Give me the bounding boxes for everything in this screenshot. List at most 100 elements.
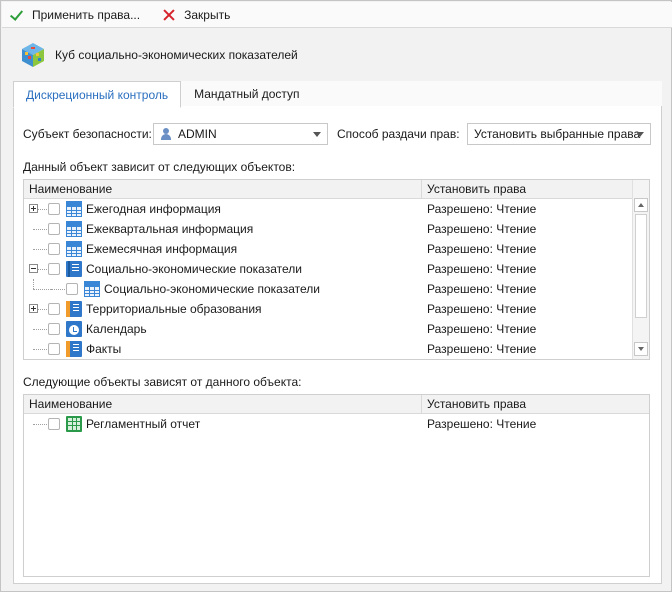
- tree-cell: Социально-экономические показатели: [24, 279, 422, 299]
- tree-cell: Ежеквартальная информация: [24, 219, 422, 239]
- calendar-icon: [66, 321, 82, 337]
- tree-cell: Ежемесячная информация: [24, 239, 422, 259]
- object-name: Регламентный отчет: [86, 417, 201, 431]
- rights-value[interactable]: Разрешено: Чтение: [427, 259, 536, 279]
- tree-cell: Календарь: [24, 319, 422, 339]
- row-checkbox[interactable]: [48, 243, 60, 255]
- rights-value[interactable]: Разрешено: Чтение: [427, 299, 536, 319]
- column-header-name[interactable]: Наименование: [24, 180, 422, 199]
- close-label: Закрыть: [184, 7, 231, 22]
- tree-row[interactable]: Ежегодная информация Разрешено: Чтение: [24, 199, 629, 219]
- rights-value[interactable]: Разрешено: Чтение: [427, 239, 536, 259]
- object-header: Куб социально-экономических показателей: [19, 40, 298, 70]
- expand-plus-icon[interactable]: [29, 304, 38, 313]
- tab-panel: Субъект безопасности: ADMIN Способ разда…: [13, 106, 662, 584]
- dialog-window: Применить права... Закрыть Куб социально…: [0, 0, 672, 592]
- tree-connector: [33, 329, 47, 330]
- object-name: Ежеквартальная информация: [86, 222, 254, 236]
- dictionary-orange-icon: [66, 341, 82, 357]
- row-checkbox[interactable]: [48, 343, 60, 355]
- object-name: Социально-экономические показатели: [104, 282, 320, 296]
- row-checkbox[interactable]: [48, 418, 60, 430]
- tab-discretionary-control[interactable]: Дискреционный контроль: [13, 81, 182, 108]
- rights-value[interactable]: Разрешено: Чтение: [427, 199, 536, 219]
- dictionary-icon: [66, 261, 82, 277]
- grid-header: Наименование Установить права: [24, 395, 649, 414]
- chevron-down-icon: [636, 132, 644, 137]
- object-name: Территориальные образования: [86, 302, 262, 316]
- row-checkbox[interactable]: [48, 323, 60, 335]
- table-icon: [66, 201, 82, 217]
- tree-connector: [33, 229, 47, 230]
- cube-icon: [22, 43, 44, 67]
- table-header-band: [67, 202, 81, 206]
- tree-row[interactable]: Ежемесячная информация Разрешено: Чтение: [24, 239, 629, 259]
- report-icon: [66, 416, 82, 432]
- dependents-grid: Наименование Установить права Регламентн…: [23, 394, 650, 577]
- scroll-down-button[interactable]: [634, 342, 648, 356]
- tree-cell: Ежегодная информация: [24, 199, 422, 219]
- tree-row[interactable]: Социально-экономические показатели Разреш…: [24, 279, 629, 299]
- subject-value: ADMIN: [178, 127, 217, 141]
- tree-row[interactable]: Календарь Разрешено: Чтение: [24, 319, 629, 339]
- tree-cell: Социально-экономические показатели: [24, 259, 422, 279]
- row-checkbox[interactable]: [66, 283, 78, 295]
- tab-mandatory-access[interactable]: Мандатный доступ: [181, 81, 313, 107]
- object-name: Ежемесячная информация: [86, 242, 238, 256]
- tree-row[interactable]: Регламентный отчет Разрешено: Чтение: [24, 414, 629, 434]
- object-name: Календарь: [86, 322, 147, 336]
- method-label: Способ раздачи прав:: [337, 127, 460, 141]
- depends-on-caption: Данный объект зависит от следующих объек…: [23, 160, 296, 174]
- row-checkbox[interactable]: [48, 203, 60, 215]
- apply-rights-button[interactable]: Применить права...: [2, 3, 148, 27]
- column-header-name[interactable]: Наименование: [24, 395, 422, 414]
- close-button[interactable]: Закрыть: [154, 3, 238, 27]
- close-icon: [162, 8, 176, 22]
- depends-on-grid: Наименование Установить права Ежегодная …: [23, 179, 650, 360]
- chevron-down-icon: [313, 132, 321, 137]
- rights-value[interactable]: Разрешено: Чтение: [427, 219, 536, 239]
- table-icon: [84, 281, 100, 297]
- tree-row[interactable]: Территориальные образования Разрешено: Чт…: [24, 299, 629, 319]
- tree-cell: Факты: [24, 339, 422, 359]
- check-icon: [10, 8, 24, 22]
- row-checkbox[interactable]: [48, 223, 60, 235]
- tree-connector: [51, 289, 65, 290]
- subject-label: Субъект безопасности:: [23, 127, 152, 141]
- table-icon: [66, 221, 82, 237]
- subject-combo[interactable]: ADMIN: [153, 123, 328, 145]
- table-header-band: [85, 282, 99, 286]
- dependents-caption: Следующие объекты зависят от данного объ…: [23, 375, 302, 389]
- tree-row[interactable]: Социально-экономические показатели Разреш…: [24, 259, 629, 279]
- column-header-rights[interactable]: Установить права: [422, 180, 526, 199]
- tree-connector: [33, 424, 47, 425]
- tree-row[interactable]: Факты Разрешено: Чтение: [24, 339, 629, 359]
- rights-value[interactable]: Разрешено: Чтение: [427, 319, 536, 339]
- collapse-minus-icon[interactable]: [29, 264, 38, 273]
- scroll-thumb[interactable]: [635, 214, 647, 318]
- method-combo[interactable]: Установить выбранные права: [467, 123, 651, 145]
- object-name: Социально-экономические показатели: [86, 262, 302, 276]
- tree-row[interactable]: Ежеквартальная информация Разрешено: Чтен…: [24, 219, 629, 239]
- tree-cell: Территориальные образования: [24, 299, 422, 319]
- vertical-scrollbar[interactable]: [632, 180, 649, 359]
- row-checkbox[interactable]: [48, 303, 60, 315]
- column-header-rights[interactable]: Установить права: [422, 395, 526, 414]
- tree-connector: [33, 279, 34, 289]
- expand-plus-icon[interactable]: [29, 204, 38, 213]
- object-name: Факты: [86, 342, 122, 356]
- tabs: Дискреционный контроль Мандатный доступ: [13, 81, 313, 108]
- table-header-band: [67, 222, 81, 226]
- table-icon: [66, 241, 82, 257]
- tree-cell: Регламентный отчет: [24, 414, 422, 434]
- tree-connector: [33, 249, 47, 250]
- dictionary-orange-icon: [66, 301, 82, 317]
- toolbar: Применить права... Закрыть: [2, 2, 672, 28]
- apply-rights-label: Применить права...: [32, 7, 141, 22]
- rights-value[interactable]: Разрешено: Чтение: [427, 414, 536, 434]
- rights-value[interactable]: Разрешено: Чтение: [427, 339, 536, 359]
- rights-value[interactable]: Разрешено: Чтение: [427, 279, 536, 299]
- method-value: Установить выбранные права: [474, 127, 641, 141]
- scroll-up-button[interactable]: [634, 198, 648, 212]
- row-checkbox[interactable]: [48, 263, 60, 275]
